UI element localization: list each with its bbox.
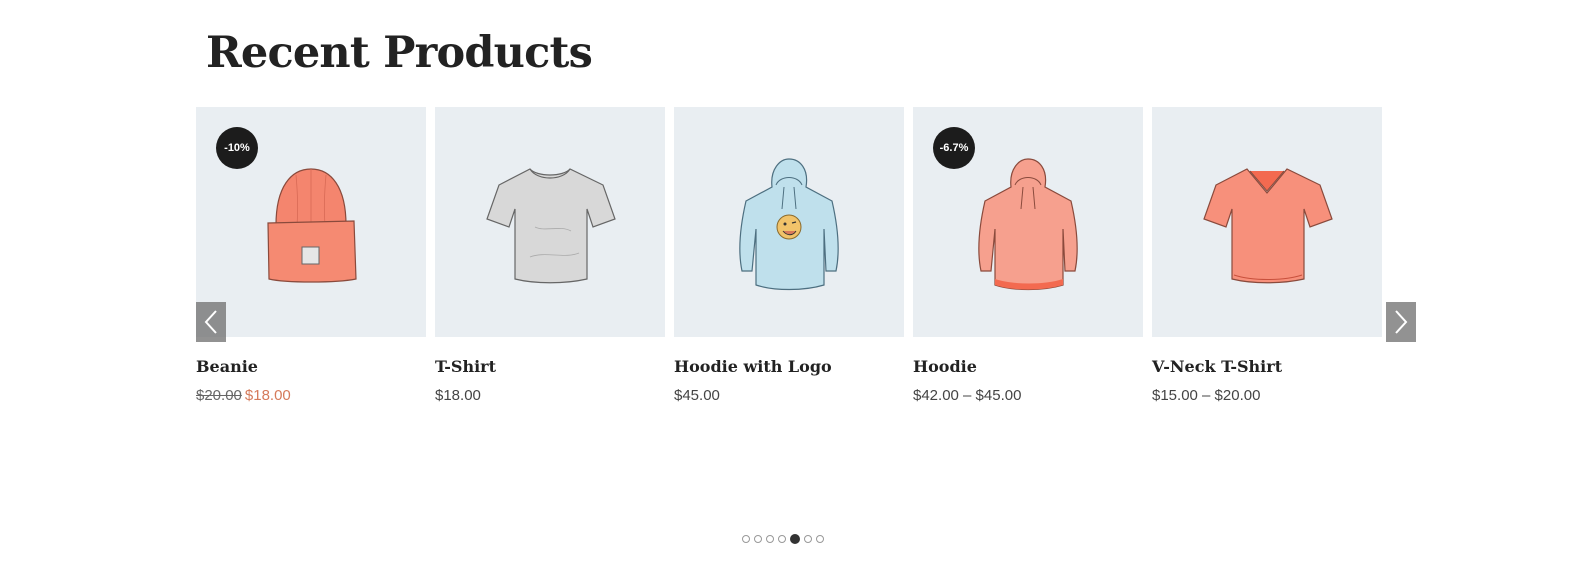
product-price: $45.00 — [674, 387, 720, 404]
carousel-next-button[interactable] — [1386, 302, 1416, 342]
product-name[interactable]: Hoodie with Logo — [674, 357, 904, 376]
pagination-dot-1[interactable] — [742, 535, 750, 543]
product-price: $15.00 – $20.00 — [1152, 387, 1261, 404]
pagination-dot-7[interactable] — [816, 535, 824, 543]
product-card-hoodie: -6.7% Hoodie $42.00 – $45.00 — [913, 107, 1143, 404]
section-title: Recent Products — [206, 28, 593, 78]
beanie-icon — [267, 168, 357, 283]
carousel-pagination — [742, 534, 824, 544]
product-image-vneck-tshirt[interactable] — [1152, 107, 1382, 337]
sale-badge: -6.7% — [933, 127, 975, 169]
pagination-dot-2[interactable] — [754, 535, 762, 543]
carousel-prev-button[interactable] — [196, 302, 226, 342]
chevron-left-icon — [204, 310, 217, 334]
product-price: $20.00 $18.00 — [196, 387, 426, 404]
product-name[interactable]: V-Neck T-Shirt — [1152, 357, 1382, 376]
product-name[interactable]: T-Shirt — [435, 357, 665, 376]
sale-badge: -10% — [216, 127, 258, 169]
product-name[interactable]: Hoodie — [913, 357, 1143, 376]
product-card-vneck-tshirt: V-Neck T-Shirt $15.00 – $20.00 — [1152, 107, 1382, 404]
product-image-beanie[interactable]: -10% — [196, 107, 426, 337]
product-card-hoodie-with-logo: Hoodie with Logo $45.00 — [674, 107, 904, 404]
product-image-hoodie[interactable]: -6.7% — [913, 107, 1143, 337]
pagination-dot-5[interactable] — [790, 534, 800, 544]
pagination-dot-6[interactable] — [804, 535, 812, 543]
product-price: $42.00 – $45.00 — [913, 387, 1022, 404]
product-image-tshirt[interactable] — [435, 107, 665, 337]
chevron-right-icon — [1395, 310, 1408, 334]
product-price: $18.00 — [435, 387, 481, 404]
hoodie-logo-icon — [739, 158, 839, 291]
product-card-beanie: -10% Beanie $20.00 $18.00 — [196, 107, 426, 404]
hoodie-icon — [978, 158, 1078, 291]
regular-price: $20.00 — [196, 387, 242, 404]
vneck-tshirt-icon — [1203, 168, 1333, 284]
tshirt-icon — [486, 168, 616, 284]
product-card-tshirt: T-Shirt $18.00 — [435, 107, 665, 404]
pagination-dot-3[interactable] — [766, 535, 774, 543]
product-image-hoodie-with-logo[interactable] — [674, 107, 904, 337]
sale-price: $18.00 — [244, 387, 291, 404]
pagination-dot-4[interactable] — [778, 535, 786, 543]
product-name[interactable]: Beanie — [196, 357, 426, 376]
